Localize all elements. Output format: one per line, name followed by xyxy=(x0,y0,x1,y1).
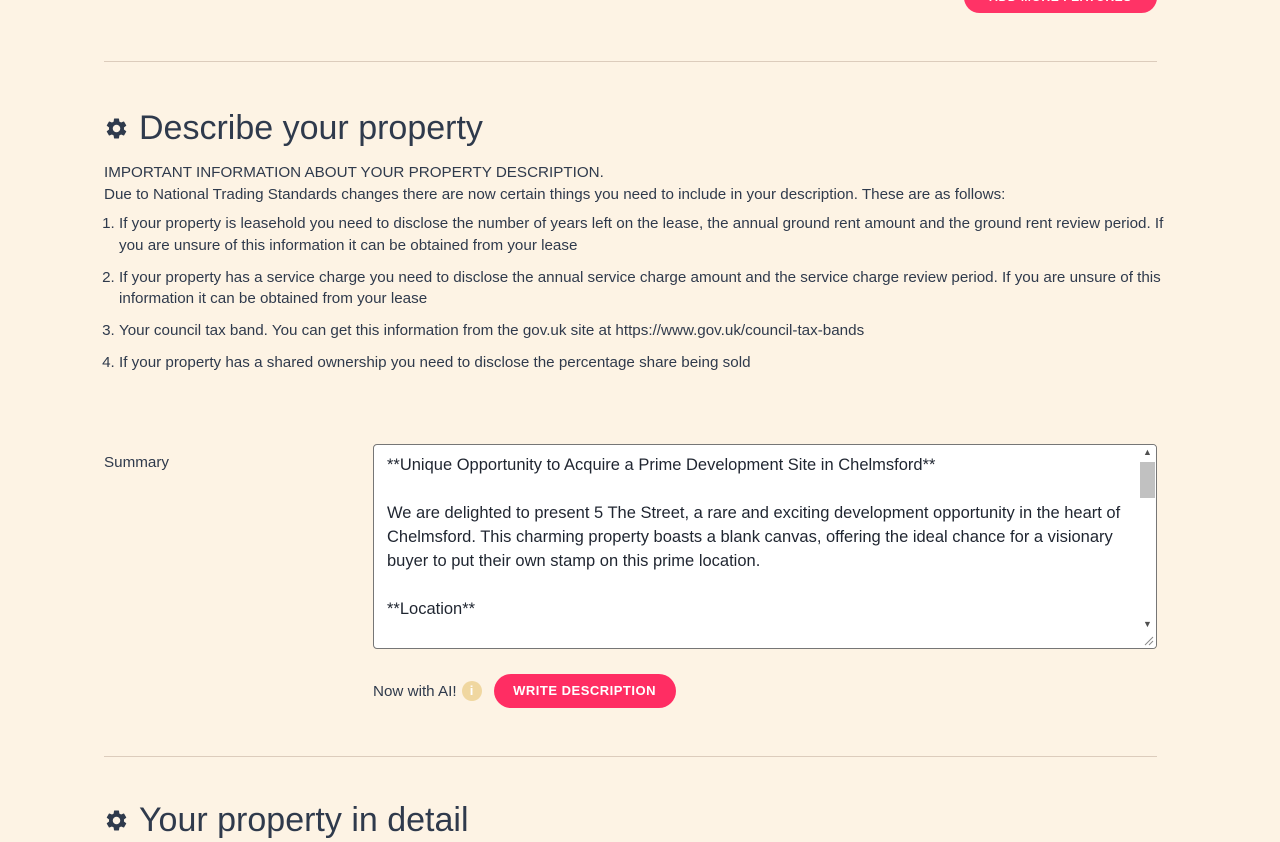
description-requirements: IMPORTANT INFORMATION ABOUT YOUR PROPERT… xyxy=(104,162,1164,384)
describe-section-heading: Describe your property xyxy=(104,106,483,150)
section-divider xyxy=(104,756,1157,757)
gear-icon xyxy=(106,810,127,830)
scroll-up-icon[interactable]: ▲ xyxy=(1142,447,1153,458)
detail-section-heading: Your property in detail xyxy=(104,798,469,842)
textarea-scrollbar[interactable]: ▲ ▼ xyxy=(1139,445,1156,648)
requirement-item: If your property is leasehold you need t… xyxy=(119,213,1164,256)
requirements-list: If your property is leasehold you need t… xyxy=(104,213,1164,374)
scrollbar-thumb[interactable] xyxy=(1140,462,1155,498)
gear-icon xyxy=(106,117,127,138)
section-title: Your property in detail xyxy=(139,800,469,839)
write-description-button[interactable]: WRITE DESCRIPTION xyxy=(493,674,676,708)
info-intro: Due to National Trading Standards change… xyxy=(104,185,1006,203)
section-divider xyxy=(104,61,1157,62)
info-heading: IMPORTANT INFORMATION ABOUT YOUR PROPERT… xyxy=(104,164,604,181)
requirement-item: If your property has a service charge yo… xyxy=(119,267,1164,310)
scroll-down-icon[interactable]: ▼ xyxy=(1142,619,1153,630)
ai-description-row: Now with AI! i WRITE DESCRIPTION xyxy=(373,674,676,708)
summary-label: Summary xyxy=(104,454,169,471)
resize-grip-icon[interactable] xyxy=(1144,636,1154,646)
requirement-item: Your council tax band. You can get this … xyxy=(119,320,1164,342)
add-more-features-button[interactable]: ADD MORE FEATURES xyxy=(964,0,1157,13)
requirement-item: If your property has a shared ownership … xyxy=(119,352,1164,374)
section-title: Describe your property xyxy=(139,108,483,147)
ai-label: Now with AI! xyxy=(373,682,457,700)
summary-textarea[interactable]: **Unique Opportunity to Acquire a Prime … xyxy=(373,444,1157,649)
summary-text[interactable]: **Unique Opportunity to Acquire a Prime … xyxy=(387,453,1135,621)
info-icon[interactable]: i xyxy=(461,681,482,701)
